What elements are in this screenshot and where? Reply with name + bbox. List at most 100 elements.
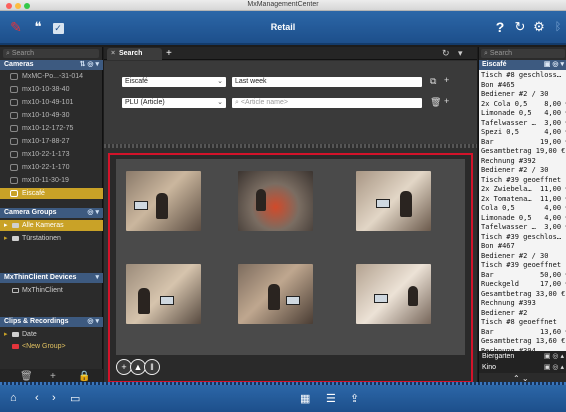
new-group-icon bbox=[12, 344, 19, 349]
receipt-header-label: Eiscafé bbox=[482, 61, 507, 68]
refresh-icon[interactable]: ↻ bbox=[512, 19, 528, 35]
expand-icon[interactable]: ▸ bbox=[4, 233, 8, 244]
clips-recordings-header[interactable]: Clips & Recordings ◎ ▾ bbox=[0, 317, 103, 327]
camera-icon bbox=[10, 86, 18, 93]
camera-label: mx10-22-1-170 bbox=[22, 164, 70, 171]
devices-options-icon[interactable]: ▾ bbox=[95, 273, 99, 283]
search-filter-panel: Eiscafé ⌄ Last week ⧉ + PLU (Article) ⌄ … bbox=[104, 61, 477, 144]
footer-options-icon[interactable]: ▣ ◎ ▴ bbox=[544, 351, 564, 362]
add-tab-button[interactable]: + bbox=[166, 48, 172, 59]
left-sidebar: ⌕ Search Cameras ⇅ ◎ ▾ MxMC-Po...-31-014… bbox=[0, 47, 103, 385]
camera-label: mx10-12-172-75 bbox=[22, 125, 74, 132]
monitor-icon bbox=[12, 288, 19, 293]
camera-groups-header[interactable]: Camera Groups ◎ ▾ bbox=[0, 208, 103, 218]
camera-icon bbox=[10, 112, 18, 119]
footer-options-icon[interactable]: ▣ ◎ ▴ bbox=[544, 362, 564, 373]
add-filter-icon[interactable]: + bbox=[444, 96, 449, 106]
camera-label: mx10-10-38-40 bbox=[22, 86, 70, 93]
receipt-panel-header[interactable]: Eiscafé ▣ ◎ ▾ bbox=[479, 60, 566, 70]
grid-view-icon[interactable]: ▦ bbox=[300, 392, 310, 405]
camera-item[interactable]: mx10-11-30-19 bbox=[0, 175, 103, 186]
clip-new-group[interactable]: <New Group> bbox=[0, 341, 103, 352]
add-filter-icon[interactable]: + bbox=[444, 75, 449, 85]
type-value: PLU (Article) bbox=[125, 99, 165, 106]
source-select[interactable]: Eiscafé ⌄ bbox=[122, 77, 226, 87]
camera-icon bbox=[10, 73, 18, 80]
camera-groups-label: Camera Groups bbox=[4, 209, 57, 216]
camera-search-input[interactable]: ⌕ Search bbox=[3, 49, 99, 58]
video-thumbnail[interactable] bbox=[356, 264, 431, 324]
receipt-footer-kino[interactable]: Kino ▣ ◎ ▴ bbox=[479, 362, 566, 373]
clip-label: <New Group> bbox=[22, 343, 66, 350]
camera-icon bbox=[10, 190, 18, 197]
article-search-input[interactable]: ⌕ <Article name> bbox=[232, 98, 422, 108]
chevron-down-icon: ⌄ bbox=[217, 99, 223, 106]
sort-icon[interactable]: ⇅ ◎ ▾ bbox=[80, 60, 99, 70]
app-toolbar: ✎ ❝ ✓ Retail ? ↻ ⚙ ᛒ bbox=[0, 11, 566, 45]
forward-icon[interactable]: › bbox=[52, 392, 56, 404]
group-item-alle-kameras[interactable]: ▸ Alle Kameras bbox=[0, 220, 103, 231]
tab-label: Search bbox=[119, 50, 143, 57]
camera-icon bbox=[10, 164, 18, 171]
video-thumbnail[interactable] bbox=[238, 171, 313, 231]
cameras-header-label: Cameras bbox=[4, 61, 34, 68]
right-sidebar: ⌕ Search Eiscafé ▣ ◎ ▾ Tisch #8 geschlos… bbox=[478, 47, 566, 385]
camera-item[interactable]: MxMC-Po...-31-014 bbox=[0, 71, 103, 82]
list-view-icon[interactable]: ☰ bbox=[326, 392, 336, 405]
back-icon[interactable]: ‹ bbox=[35, 392, 39, 404]
camera-item[interactable]: mx10-12-172-75 bbox=[0, 123, 103, 134]
settings-icon[interactable]: ⚙ bbox=[531, 19, 547, 35]
camera-item-selected[interactable]: Eiscafé bbox=[0, 188, 103, 199]
lock-icon[interactable]: 🔒 bbox=[78, 371, 90, 382]
camera-icon bbox=[10, 138, 18, 145]
app-title: Retail bbox=[270, 22, 296, 32]
video-thumbnail[interactable] bbox=[238, 264, 313, 324]
video-thumbnail[interactable] bbox=[126, 264, 201, 324]
type-select[interactable]: PLU (Article) ⌄ bbox=[122, 98, 226, 108]
video-thumbnail[interactable] bbox=[356, 171, 431, 231]
add-icon[interactable]: + bbox=[50, 371, 56, 382]
reload-icon[interactable]: ↻ bbox=[442, 48, 450, 59]
camera-item[interactable]: mx10-10-49-101 bbox=[0, 97, 103, 108]
tab-menu-chevron-icon[interactable]: ▾ bbox=[458, 48, 463, 59]
copy-icon[interactable]: ⧉ bbox=[430, 76, 436, 87]
article-placeholder: <Article name> bbox=[240, 99, 288, 106]
footer-label: Biergarten bbox=[482, 353, 515, 360]
clip-folder-date[interactable]: ▸ Date bbox=[0, 329, 103, 340]
video-thumbnail[interactable] bbox=[126, 171, 201, 231]
panel-divider[interactable] bbox=[104, 144, 477, 148]
groups-options-icon[interactable]: ◎ ▾ bbox=[87, 208, 99, 218]
camera-item[interactable]: mx10-22-1-170 bbox=[0, 162, 103, 173]
device-item[interactable]: MxThinClient bbox=[0, 285, 103, 296]
tab-search[interactable]: × Search bbox=[107, 48, 162, 60]
bluetooth-icon[interactable]: ᛒ bbox=[550, 19, 566, 35]
close-tab-icon[interactable]: × bbox=[111, 48, 115, 60]
group-label: Alle Kameras bbox=[22, 222, 64, 229]
clips-options-icon[interactable]: ◎ ▾ bbox=[87, 317, 99, 327]
group-item-tuerstationen[interactable]: ▸ Türstationen bbox=[0, 233, 103, 244]
camera-label: mx10-22-1-173 bbox=[22, 151, 70, 158]
play-pause-button[interactable]: ‖ bbox=[144, 359, 160, 375]
expand-icon[interactable]: ▸ bbox=[4, 220, 8, 231]
home-icon[interactable]: ⌂ bbox=[10, 392, 17, 404]
help-icon[interactable]: ? bbox=[492, 19, 508, 35]
clip-label: Date bbox=[22, 331, 37, 338]
expand-icon[interactable]: ▸ bbox=[4, 329, 8, 340]
period-select[interactable]: Last week bbox=[232, 77, 422, 87]
camera-item[interactable]: mx10-17-88-27 bbox=[0, 136, 103, 147]
camera-item[interactable]: mx10-10-49-30 bbox=[0, 110, 103, 121]
export-icon[interactable]: ⇪ bbox=[350, 392, 359, 405]
results-video-area: + ▲ ‖ bbox=[108, 153, 473, 383]
footer-label: Kino bbox=[482, 364, 497, 371]
trash-icon[interactable]: 🗑 bbox=[20, 371, 33, 382]
cameras-section-header[interactable]: Cameras ⇅ ◎ ▾ bbox=[0, 60, 103, 70]
receipt-search-input[interactable]: ⌕ Search bbox=[481, 49, 565, 58]
camera-view-icon[interactable]: ▭ bbox=[70, 392, 80, 405]
panel-options-icon[interactable]: ▣ ◎ ▾ bbox=[544, 60, 564, 70]
thinclient-devices-header[interactable]: MxThinClient Devices ▾ bbox=[0, 273, 103, 283]
camera-item[interactable]: mx10-22-1-173 bbox=[0, 149, 103, 160]
folder-icon bbox=[12, 332, 19, 337]
camera-item[interactable]: mx10-10-38-40 bbox=[0, 84, 103, 95]
receipt-footer-biergarten[interactable]: Biergarten ▣ ◎ ▴ bbox=[479, 351, 566, 362]
trash-icon[interactable]: 🗑 bbox=[430, 97, 441, 108]
